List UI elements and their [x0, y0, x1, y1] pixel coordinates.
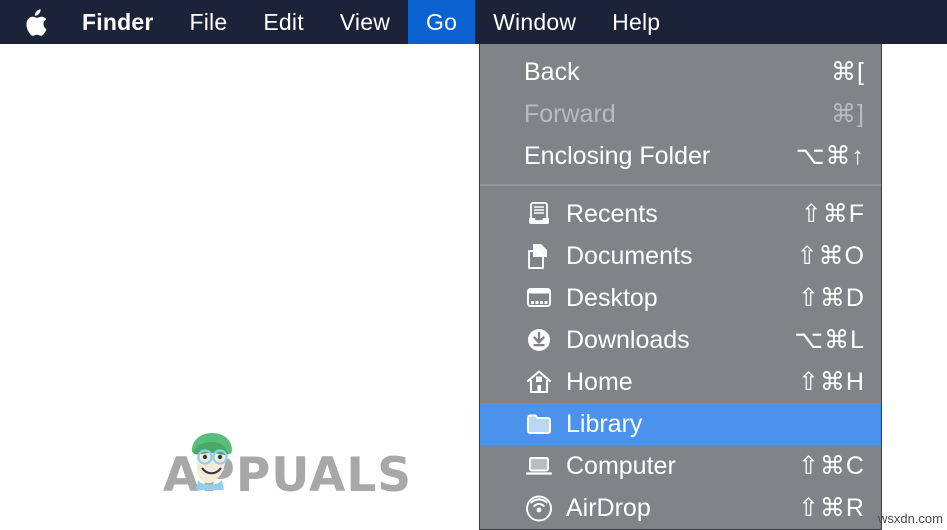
menu-item-shortcut: ⇧⌘R	[797, 494, 865, 522]
menu-item-shortcut: ⇧⌘C	[797, 452, 865, 480]
computer-laptop-icon	[524, 451, 554, 481]
menubar-item-label: Window	[493, 8, 577, 35]
go-menu-item-computer[interactable]: Computer ⇧⌘C	[480, 445, 881, 487]
menu-item-label: AirDrop	[566, 493, 651, 522]
menu-item-shortcut: ⌥⌘L	[794, 326, 865, 354]
menubar-item-label: Edit	[263, 8, 304, 35]
apple-logo-icon	[26, 8, 48, 36]
menubar-item-file[interactable]: File	[171, 0, 245, 44]
go-menu-item-airdrop[interactable]: AirDrop ⇧⌘R	[480, 487, 881, 529]
go-menu-item-home[interactable]: Home ⇧⌘H	[480, 361, 881, 403]
menu-item-shortcut: ⌘]	[831, 100, 865, 128]
menu-item-shortcut: ⇧⌘H	[797, 368, 865, 396]
desktop-icon	[524, 283, 554, 313]
menu-bar: Finder File Edit View Go Window Help	[0, 0, 947, 44]
menubar-item-label: Go	[426, 8, 458, 35]
documents-icon	[524, 241, 554, 271]
go-menu-item-forward: Forward ⌘]	[480, 93, 881, 135]
menu-item-shortcut: ⇧⌘F	[800, 200, 865, 228]
menubar-item-finder[interactable]: Finder	[64, 0, 171, 44]
airdrop-radar-icon	[524, 493, 554, 523]
menubar-item-help[interactable]: Help	[594, 0, 678, 44]
menubar-item-go[interactable]: Go	[408, 0, 476, 44]
menu-item-label: Desktop	[566, 283, 658, 312]
recents-tray-icon	[524, 199, 554, 229]
menu-item-label: Back	[524, 57, 580, 86]
folder-icon	[524, 409, 554, 439]
menubar-item-label: Finder	[82, 8, 154, 35]
menu-item-label: Downloads	[566, 325, 690, 354]
menubar-item-edit[interactable]: Edit	[245, 0, 321, 44]
menu-item-label: Library	[566, 409, 643, 438]
menu-item-shortcut: ⌘[	[831, 58, 865, 86]
go-dropdown-menu: Back ⌘[ Forward ⌘] Enclosing Folder ⌥⌘↑ Recent…	[479, 44, 882, 530]
go-menu-item-back[interactable]: Back ⌘[	[480, 51, 881, 93]
home-house-icon	[524, 367, 554, 397]
appuals-watermark: APPUALS	[163, 433, 412, 499]
apple-menu-button[interactable]	[0, 0, 64, 44]
go-menu-item-recents[interactable]: Recents ⇧⌘F	[480, 193, 881, 235]
menubar-item-view[interactable]: View	[322, 0, 408, 44]
go-menu-item-library[interactable]: Library	[480, 403, 881, 445]
menubar-item-label: View	[339, 8, 391, 35]
menubar-item-label: File	[189, 8, 228, 35]
downloads-icon	[524, 325, 554, 355]
site-watermark: wsxdn.com	[877, 511, 943, 526]
menu-separator	[480, 184, 881, 186]
menubar-item-label: Help	[612, 8, 661, 35]
menu-item-label: Computer	[566, 451, 676, 480]
menu-item-label: Forward	[524, 99, 616, 128]
go-menu-item-desktop[interactable]: Desktop ⇧⌘D	[480, 277, 881, 319]
menubar-item-window[interactable]: Window	[475, 0, 594, 44]
go-menu-item-enclosing-folder[interactable]: Enclosing Folder ⌥⌘↑	[480, 135, 881, 177]
menu-item-label: Home	[566, 367, 633, 396]
menu-item-label: Documents	[566, 241, 693, 270]
menu-item-shortcut: ⇧⌘O	[796, 242, 865, 270]
menu-item-shortcut: ⇧⌘D	[797, 284, 865, 312]
menu-item-shortcut: ⌥⌘↑	[795, 142, 865, 170]
menu-item-label: Recents	[566, 199, 658, 228]
go-menu-item-documents[interactable]: Documents ⇧⌘O	[480, 235, 881, 277]
appuals-mascot-icon	[182, 428, 240, 495]
menu-item-label: Enclosing Folder	[524, 141, 711, 170]
go-menu-item-downloads[interactable]: Downloads ⌥⌘L	[480, 319, 881, 361]
menu-bar-items: Finder File Edit View Go Window Help	[64, 0, 678, 44]
